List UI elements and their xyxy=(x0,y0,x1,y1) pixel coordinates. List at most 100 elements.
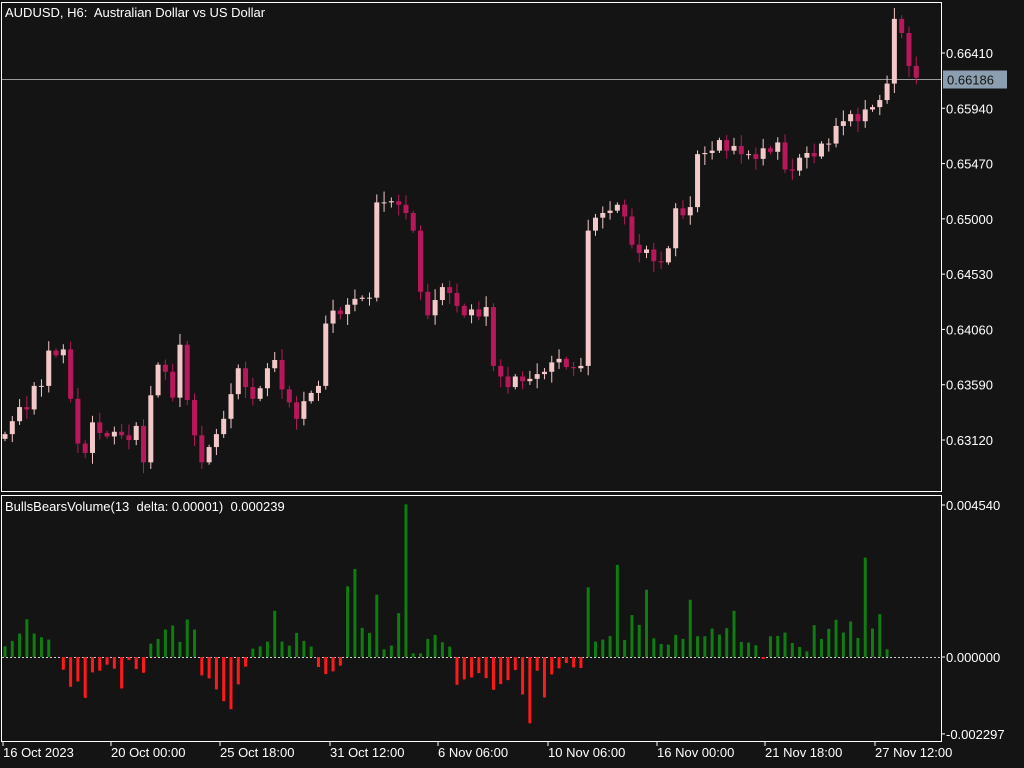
candle-body xyxy=(2,434,8,439)
candle-body xyxy=(556,358,562,363)
bull-volume-bar xyxy=(178,641,182,657)
candle-body xyxy=(206,447,212,463)
candle[interactable] xyxy=(891,8,897,93)
candle[interactable] xyxy=(177,333,183,408)
bull-volume-bar xyxy=(273,610,277,657)
bull-volume-bar xyxy=(47,639,51,657)
price-tick-label: 0.66410 xyxy=(946,46,993,61)
candle-body xyxy=(330,310,336,324)
bear-volume-bar xyxy=(521,657,525,695)
chart-canvas: 0.66186 0.66410 0.65940 0.65470 0.65000 0.64… xyxy=(0,0,1024,768)
candle-body xyxy=(213,434,219,448)
bear-volume-bar xyxy=(134,657,138,670)
bear-volume-bar xyxy=(513,657,517,671)
bear-volume-bar xyxy=(214,657,218,690)
bear-volume-bar xyxy=(76,657,80,682)
candle-body xyxy=(155,364,161,396)
time-tick-label: 16 Oct 2023 xyxy=(3,745,74,760)
bull-volume-bar xyxy=(593,641,597,657)
candle-body xyxy=(913,65,919,78)
bull-volume-bar xyxy=(849,621,853,657)
candle[interactable] xyxy=(155,362,161,398)
candle-body xyxy=(250,387,256,399)
bear-volume-bar xyxy=(331,657,335,672)
candle-body xyxy=(359,297,365,299)
bear-volume-bar xyxy=(324,657,328,675)
candle-body xyxy=(243,368,249,388)
bear-volume-bar xyxy=(105,657,109,665)
candle-body xyxy=(585,230,591,366)
bear-volume-bar xyxy=(98,657,102,671)
candle-body xyxy=(862,109,868,122)
price-tick-label: 0.65940 xyxy=(946,101,993,116)
bull-volume-bar xyxy=(863,557,867,657)
bull-volume-bar xyxy=(397,613,401,657)
candle-body xyxy=(731,145,737,151)
candle-body xyxy=(257,388,263,399)
candle[interactable] xyxy=(323,315,329,390)
bear-volume-bar xyxy=(572,657,576,668)
candle[interactable] xyxy=(490,303,496,372)
candle-body xyxy=(870,107,876,110)
candle-body xyxy=(899,18,905,34)
candle-body xyxy=(483,307,489,317)
bull-volume-bar xyxy=(280,641,284,657)
candle[interactable] xyxy=(148,385,154,469)
candle[interactable] xyxy=(374,194,380,302)
bull-volume-bar xyxy=(433,634,437,657)
candle-body xyxy=(541,371,547,375)
candle[interactable] xyxy=(68,341,74,403)
candle-body xyxy=(614,204,620,211)
candle-body xyxy=(512,376,518,388)
candle[interactable] xyxy=(665,245,671,265)
candle-body xyxy=(439,287,445,301)
candle-body xyxy=(753,154,759,159)
bear-volume-bar xyxy=(229,657,233,710)
bear-volume-bar xyxy=(484,657,488,679)
candle-body xyxy=(578,365,584,369)
candle-body xyxy=(782,142,788,170)
time-tick-label: 21 Nov 18:00 xyxy=(765,745,842,760)
bear-volume-bar xyxy=(579,657,583,669)
bull-volume-bar xyxy=(18,633,22,657)
candle[interactable] xyxy=(695,150,701,213)
candle-body xyxy=(133,425,139,440)
candle[interactable] xyxy=(206,444,212,465)
bear-volume-bar xyxy=(557,657,561,669)
bull-volume-bar xyxy=(747,642,751,657)
bull-volume-bar xyxy=(696,636,700,657)
candle-body xyxy=(884,83,890,101)
candle[interactable] xyxy=(410,210,416,233)
bear-volume-bar xyxy=(222,657,226,702)
bull-volume-bar xyxy=(389,645,393,657)
candle[interactable] xyxy=(235,364,241,400)
bull-volume-bar xyxy=(645,589,649,657)
candle[interactable] xyxy=(418,225,424,300)
bear-volume-bar xyxy=(550,657,554,675)
candle[interactable] xyxy=(184,340,190,406)
bull-volume-bar xyxy=(739,641,743,657)
bear-volume-bar xyxy=(761,657,765,660)
candle-body xyxy=(811,152,817,157)
candle-body xyxy=(549,362,555,372)
bull-volume-bar xyxy=(834,619,838,657)
bear-volume-bar xyxy=(499,657,503,685)
candle-body xyxy=(162,364,168,372)
bear-volume-bar xyxy=(462,657,466,680)
candle-body xyxy=(170,371,176,398)
bull-volume-bar xyxy=(710,628,714,657)
candle-body xyxy=(148,395,154,463)
bull-volume-bar xyxy=(608,635,612,657)
candle-body xyxy=(104,432,110,437)
bull-volume-bar xyxy=(309,646,313,657)
candle[interactable] xyxy=(585,219,591,376)
candle-body xyxy=(716,140,722,151)
candle[interactable] xyxy=(818,141,824,159)
bull-volume-bar xyxy=(703,636,707,657)
bull-volume-bar xyxy=(419,653,423,657)
bull-volume-bar xyxy=(871,628,875,657)
candle-body xyxy=(294,402,300,419)
current-price-label: 0.66186 xyxy=(947,73,994,88)
candle-body xyxy=(192,400,198,436)
candle-body xyxy=(410,212,416,231)
